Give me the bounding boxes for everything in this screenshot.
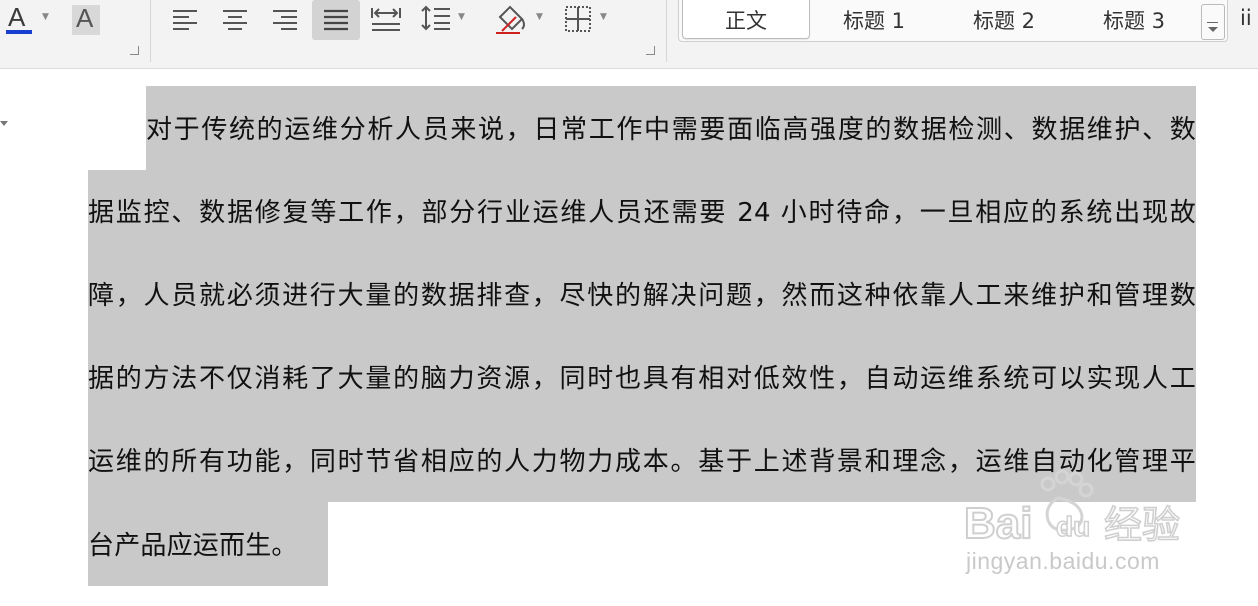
align-left-button[interactable] bbox=[168, 4, 202, 34]
line-spacing-dropdown-caret[interactable]: ▼ bbox=[458, 12, 465, 22]
style-heading-2[interactable]: 标题 2 bbox=[942, 0, 1066, 38]
paragraph-line[interactable]: 对于传统的运维分析人员来说，日常工作中需要面临高强度的数据检测、数据维护、数 bbox=[146, 110, 1196, 150]
indent-marker-icon[interactable] bbox=[0, 121, 8, 126]
styles-more-button[interactable] bbox=[1201, 4, 1225, 40]
font-color-button[interactable]: A bbox=[2, 0, 34, 40]
paragraph-line[interactable]: 台产品应运而生。 bbox=[88, 526, 328, 566]
style-heading-3[interactable]: 标题 3 bbox=[1072, 0, 1196, 38]
align-right-button[interactable] bbox=[268, 4, 302, 34]
justify-button[interactable] bbox=[312, 0, 360, 40]
paragraph-dialog-launcher[interactable] bbox=[646, 46, 655, 55]
char-shading-button[interactable]: A bbox=[70, 0, 102, 40]
line-spacing-button[interactable] bbox=[418, 2, 454, 34]
shading-button[interactable] bbox=[490, 2, 530, 36]
distributed-icon bbox=[371, 8, 401, 31]
font-color-dropdown-caret[interactable]: ▼ bbox=[42, 12, 49, 22]
paragraph-line[interactable]: 据的方法不仅消耗了大量的脑力资源，同时也具有相对低效性，自动运维系统可以实现人工 bbox=[88, 359, 1196, 399]
group-separator bbox=[150, 0, 151, 62]
svg-text:du: du bbox=[1056, 511, 1090, 542]
align-center-icon bbox=[223, 10, 247, 30]
borders-icon bbox=[565, 6, 591, 32]
more-line bbox=[1207, 22, 1218, 23]
align-right-icon bbox=[273, 10, 297, 30]
font-dialog-launcher[interactable] bbox=[130, 46, 139, 55]
paragraph-line[interactable]: 据监控、数据修复等工作，部分行业运维人员还需要 24 小时待命，一旦相应的系统出… bbox=[88, 193, 1196, 233]
justify-icon bbox=[324, 9, 348, 31]
shading-icon bbox=[496, 5, 525, 34]
group-separator bbox=[666, 0, 667, 62]
font-color-underline bbox=[6, 30, 32, 34]
align-center-button[interactable] bbox=[218, 4, 252, 34]
chevron-down-icon bbox=[1208, 27, 1218, 32]
char-shading-icon: A bbox=[72, 3, 100, 35]
watermark-url: jingyan.baidu.com bbox=[966, 548, 1160, 574]
styles-cutoff-item[interactable]: ii bbox=[1240, 6, 1252, 30]
borders-dropdown-caret[interactable]: ▼ bbox=[600, 12, 607, 22]
style-heading-1[interactable]: 标题 1 bbox=[812, 0, 936, 38]
align-left-icon bbox=[173, 10, 197, 30]
style-normal[interactable]: 正文 bbox=[682, 0, 810, 39]
line-spacing-icon bbox=[421, 5, 450, 31]
shading-dropdown-caret[interactable]: ▼ bbox=[536, 12, 543, 22]
paragraph-line[interactable]: 障，人员就必须进行大量的数据排查，尽快的解决问题，然而这种依靠人工来维护和管理数 bbox=[88, 276, 1196, 316]
svg-text:经验: 经验 bbox=[1104, 503, 1180, 547]
svg-text:Bai: Bai bbox=[964, 499, 1032, 548]
ribbon-toolbar: A ▼ A ▼ ▼ ▼ 正文 标题 1 标题 2 标题 3 ii bbox=[0, 0, 1258, 69]
distributed-align-button[interactable] bbox=[368, 2, 404, 34]
borders-button[interactable] bbox=[560, 2, 596, 36]
font-color-icon: A bbox=[3, 0, 33, 40]
